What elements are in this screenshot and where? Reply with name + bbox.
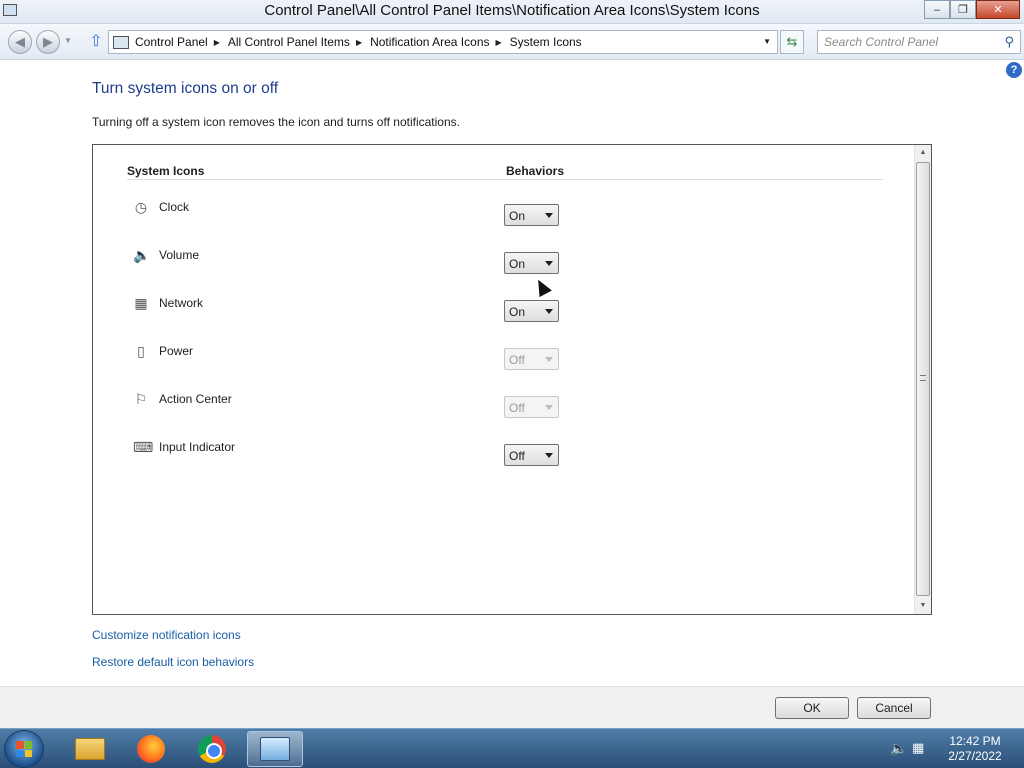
ok-button[interactable]: OK (775, 697, 849, 719)
volume-behavior-select[interactable]: On (504, 252, 559, 274)
search-icon[interactable]: ⚲ (1004, 34, 1014, 50)
breadcrumb-separator-icon[interactable]: ▶ (496, 38, 502, 47)
breadcrumb[interactable]: Control Panel ▶ All Control Panel Items ▶ … (108, 30, 778, 54)
firefox-icon (137, 735, 165, 763)
network-behavior-select[interactable]: On (504, 300, 559, 322)
list-item-clock: ◷ Clock On (93, 197, 913, 245)
breadcrumb-item-system-icons[interactable]: System Icons (510, 35, 582, 49)
item-label: Power (159, 344, 194, 358)
window-controls: ‒ ❐ ✕ (924, 0, 1020, 20)
item-label: Action Center (159, 392, 232, 406)
minimize-button[interactable]: ‒ (924, 0, 950, 19)
taskbar-control-panel[interactable] (247, 731, 303, 767)
clock-time: 12:42 PM (949, 734, 1001, 748)
clock-behavior-select[interactable]: On (504, 204, 559, 226)
breadcrumb-separator-icon[interactable]: ▶ (214, 38, 220, 47)
item-label: Volume (159, 248, 200, 262)
breadcrumb-item-control-panel[interactable]: Control Panel ▶ (135, 35, 228, 49)
chevron-down-icon (545, 405, 553, 410)
back-button[interactable]: ◀ (8, 30, 32, 54)
taskbar: 🔈 ▦ 12:42 PM 2/27/2022 (0, 728, 1024, 768)
list-item-network: ▦ Network On (93, 293, 913, 341)
page-description: Turning off a system icon removes the ic… (92, 115, 460, 129)
system-icons-list: System Icons Behaviors ◷ Clock On 🔈 Volu… (92, 144, 932, 615)
vertical-scrollbar[interactable]: ▲ ▼ (914, 145, 931, 614)
clock-date: 2/27/2022 (948, 749, 1002, 763)
clock-icon: ◷ (134, 199, 148, 215)
title-bar: Control Panel\All Control Panel Items\No… (0, 0, 1024, 24)
clock[interactable]: 12:42 PM 2/27/2022 (940, 734, 1010, 764)
forward-button[interactable]: ▶ (36, 30, 60, 54)
taskbar-firefox[interactable] (123, 731, 179, 767)
system-tray: 🔈 ▦ 12:42 PM 2/27/2022 (882, 729, 1024, 768)
keyboard-icon: ⌨ (133, 439, 154, 455)
column-header-system-icons: System Icons (127, 164, 205, 178)
restore-button[interactable]: ❐ (950, 0, 976, 19)
chrome-icon (198, 735, 226, 763)
address-bar: ◀ ▶ ▼ ⇧ Control Panel ▶ All Control Panel… (0, 24, 1024, 60)
chevron-down-icon (545, 453, 553, 458)
customize-notification-icons-link[interactable]: Customize notification icons (92, 628, 241, 642)
up-arrow-icon[interactable]: ⇧ (86, 32, 106, 52)
scroll-up-icon[interactable]: ▲ (915, 145, 931, 161)
item-label: Input Indicator (159, 440, 236, 454)
header-divider (127, 179, 883, 180)
breadcrumb-separator-icon[interactable]: ▶ (356, 38, 362, 47)
breadcrumb-item-all-items[interactable]: All Control Panel Items ▶ (228, 35, 370, 49)
network-icon: ▦ (134, 295, 148, 311)
computer-icon (113, 35, 129, 49)
item-label: Network (159, 296, 204, 310)
chevron-down-icon (545, 213, 553, 218)
scroll-down-icon[interactable]: ▼ (915, 598, 931, 614)
address-dropdown-icon[interactable]: ▼ (763, 37, 771, 46)
window-title: Control Panel\All Control Panel Items\No… (264, 2, 760, 19)
input-indicator-behavior-select[interactable]: Off (504, 444, 559, 466)
page-title: Turn system icons on or off (92, 80, 279, 97)
breadcrumb-item-notification-area[interactable]: Notification Area Icons ▶ (370, 35, 510, 49)
item-label: Clock (159, 200, 190, 214)
network-icon[interactable]: ▦ (912, 740, 924, 756)
chevron-down-icon (545, 261, 553, 266)
recent-pages-dropdown[interactable]: ▼ (64, 36, 72, 45)
column-header-behaviors: Behaviors (506, 164, 565, 178)
start-button[interactable] (4, 730, 44, 768)
list-item-input-indicator: ⌨ Input Indicator Off (93, 437, 913, 485)
scrollbar-thumb[interactable] (916, 162, 930, 596)
flag-icon: ⚐ (134, 391, 148, 407)
folder-icon (75, 738, 105, 760)
search-input[interactable] (824, 34, 994, 50)
help-icon[interactable]: ? (1006, 62, 1022, 78)
taskbar-chrome[interactable] (184, 731, 240, 767)
search-box[interactable]: ⚲ (817, 30, 1021, 54)
cancel-button[interactable]: Cancel (857, 697, 931, 719)
list-item-volume: 🔈 Volume On (93, 245, 913, 293)
list-item-action-center: ⚐ Action Center Off (93, 389, 913, 437)
list-item-power: ▯ Power Off (93, 341, 913, 389)
refresh-button[interactable]: ⇆ (780, 30, 804, 54)
grip-icon (920, 375, 926, 381)
close-button[interactable]: ✕ (976, 0, 1020, 19)
action-center-behavior-select: Off (504, 396, 559, 418)
dialog-footer: OK Cancel (0, 686, 1024, 728)
windows-logo-icon (16, 741, 32, 757)
control-panel-icon (260, 737, 290, 761)
power-behavior-select: Off (504, 348, 559, 370)
volume-icon: 🔈 (133, 247, 151, 263)
chevron-down-icon (545, 309, 553, 314)
volume-icon[interactable]: 🔈 (890, 740, 907, 757)
taskbar-explorer[interactable] (62, 731, 118, 767)
restore-default-behaviors-link[interactable]: Restore default icon behaviors (92, 655, 254, 669)
chevron-down-icon (545, 357, 553, 362)
power-icon: ▯ (137, 343, 145, 359)
